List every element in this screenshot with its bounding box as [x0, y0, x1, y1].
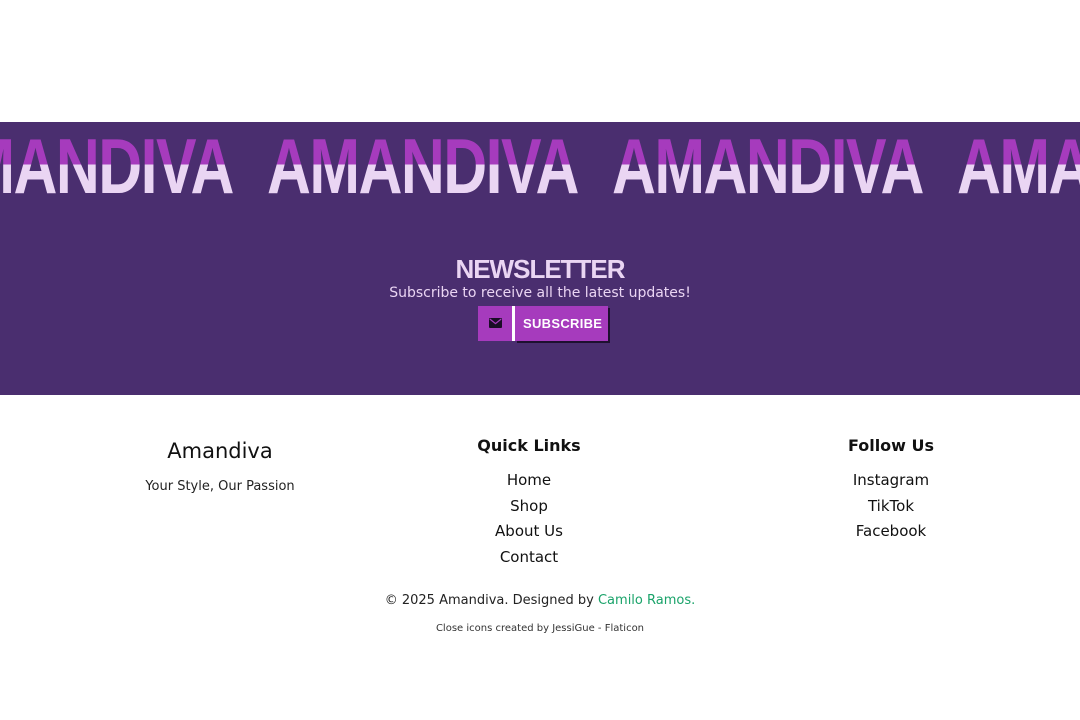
marquee-word: AMANDIVA [0, 126, 234, 206]
newsletter-subtitle: Subscribe to receive all the latest upda… [389, 285, 691, 301]
quick-links-title: Quick Links [477, 436, 581, 455]
copyright-suffix: . [691, 593, 696, 608]
envelope-icon [488, 316, 502, 331]
quick-link-about[interactable]: About Us [429, 519, 629, 545]
follow-us-title: Follow Us [847, 436, 935, 455]
marquee-word: AMANDIVA [957, 126, 1080, 206]
subscribe-button[interactable]: SUBSCRIBE [515, 306, 609, 341]
quick-link-shop[interactable]: Shop [429, 494, 629, 520]
social-link-tiktok[interactable]: TikTok [791, 494, 991, 520]
social-link-instagram[interactable]: Instagram [791, 468, 991, 494]
newsletter-band: AMANDIVA AMANDIVA AMANDIVA AMANDIVA NEWS… [0, 122, 1080, 395]
footer-brand: Amandiva Your Style, Our Passion [120, 437, 320, 494]
follow-us: Follow Us Instagram TikTok Facebook [791, 436, 991, 545]
quick-link-home[interactable]: Home [429, 468, 629, 494]
footer-tagline: Your Style, Our Passion [145, 479, 295, 494]
newsletter-form: SUBSCRIBE [478, 306, 609, 341]
newsletter-title: NEWSLETTER [455, 254, 625, 284]
quick-links: Quick Links Home Shop About Us Contact [429, 436, 629, 571]
designer-link[interactable]: Camilo Ramos [598, 593, 691, 608]
social-link-facebook[interactable]: Facebook [791, 519, 991, 545]
quick-link-contact[interactable]: Contact [429, 545, 629, 571]
icon-attribution[interactable]: Close icons created by JessiGue - Flatic… [0, 623, 1080, 634]
marquee-word: AMANDIVA [267, 122, 579, 210]
marquee-word: AMANDIVA [612, 122, 924, 210]
email-button[interactable] [478, 306, 512, 341]
copyright-text: © 2025 Amandiva. Designed by [384, 593, 598, 608]
copyright: © 2025 Amandiva. Designed by Camilo Ramo… [0, 593, 1080, 608]
footer-brand-name: Amandiva [167, 439, 273, 463]
